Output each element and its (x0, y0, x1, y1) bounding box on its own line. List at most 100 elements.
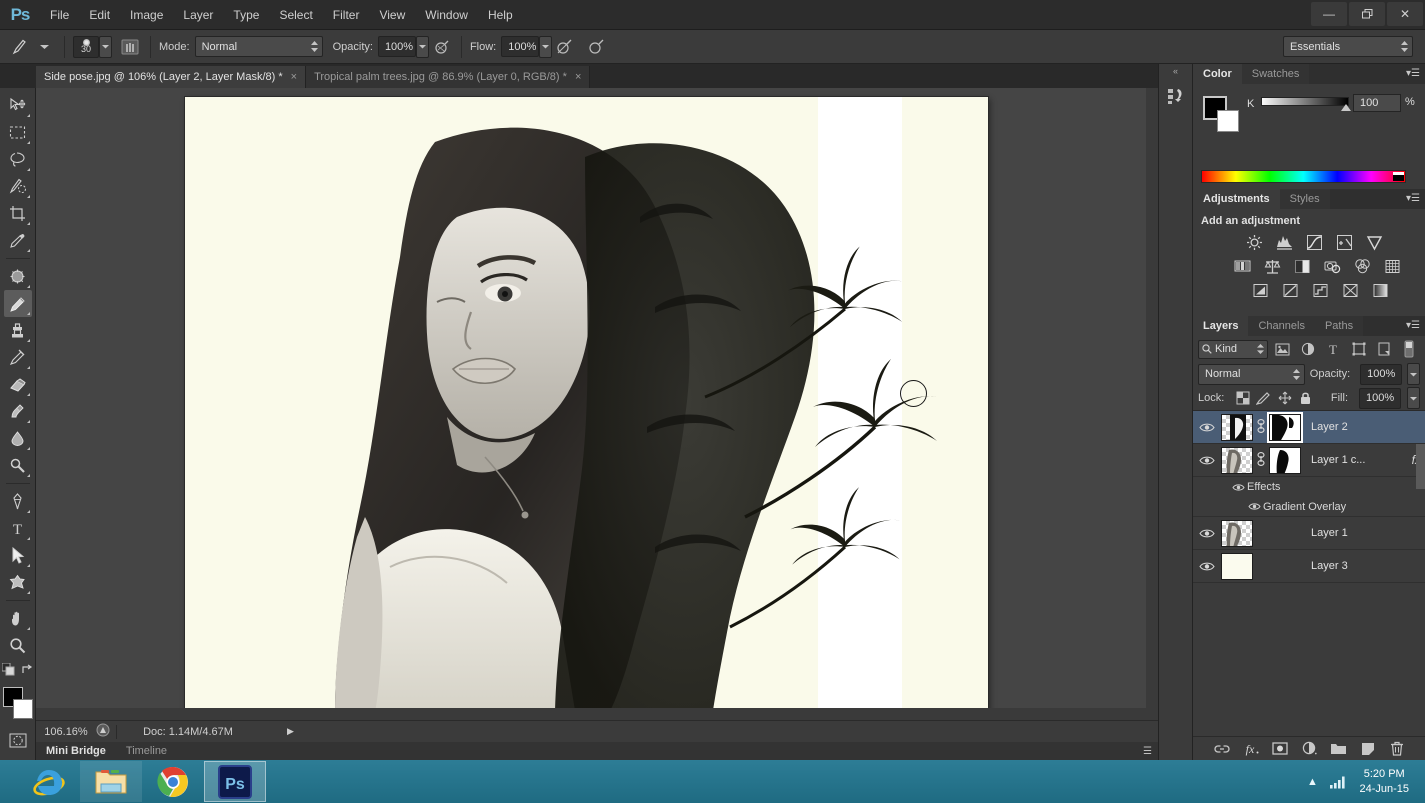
layer-mask-thumbnail[interactable] (1267, 411, 1303, 443)
flow-input[interactable]: 100% (501, 36, 540, 57)
menu-file[interactable]: File (40, 0, 79, 30)
layer-name[interactable]: Layer 1 (1311, 527, 1425, 539)
gradient-tool[interactable] (4, 398, 32, 425)
layer-visibility-toggle[interactable] (1193, 561, 1221, 572)
menu-filter[interactable]: Filter (323, 0, 370, 30)
workspace-select[interactable]: Essentials (1283, 36, 1413, 57)
filter-shape-icon[interactable] (1348, 339, 1369, 359)
lasso-tool[interactable] (4, 146, 32, 173)
selective-color-icon[interactable] (1339, 281, 1361, 300)
eyedropper-tool[interactable] (4, 227, 32, 254)
taskbar-file-explorer[interactable] (80, 761, 142, 802)
flow-dropdown[interactable] (539, 35, 553, 58)
panel-menu-icon[interactable]: ▾☰ (1406, 193, 1420, 204)
color-swatches[interactable] (2, 687, 34, 721)
canvas-vertical-scrollbar[interactable] (1146, 88, 1158, 720)
menu-help[interactable]: Help (478, 0, 523, 30)
layer-visibility-toggle[interactable] (1193, 455, 1221, 466)
effects-visibility-toggle[interactable] (1229, 483, 1247, 492)
menu-layer[interactable]: Layer (173, 0, 223, 30)
k-slider[interactable] (1261, 97, 1349, 106)
tab-layers[interactable]: Layers (1193, 316, 1249, 336)
panel-menu-icon[interactable]: ▾☰ (1406, 68, 1420, 79)
quick-mask-toggle[interactable] (4, 727, 32, 754)
menu-select[interactable]: Select (269, 0, 322, 30)
pressure-size-icon[interactable] (584, 35, 608, 59)
canvas-horizontal-scrollbar[interactable] (36, 708, 1158, 720)
exposure-icon[interactable] (1333, 233, 1355, 252)
tab-color[interactable]: Color (1193, 64, 1242, 84)
lock-image-pixels-icon[interactable] (1256, 391, 1271, 406)
document-canvas[interactable] (185, 97, 988, 711)
k-slider-thumb[interactable] (1341, 104, 1351, 111)
opacity-dropdown[interactable] (415, 35, 429, 58)
minimize-button[interactable]: — (1311, 2, 1347, 26)
curves-icon[interactable] (1303, 233, 1325, 252)
brush-tool[interactable] (3, 290, 32, 317)
layer-name[interactable]: Layer 2 (1311, 421, 1425, 433)
layer-thumbnail[interactable] (1221, 552, 1253, 580)
taskbar-clock[interactable]: 5:20 PM 24-Jun-15 (1351, 767, 1417, 797)
layer-fill-dropdown[interactable] (1407, 387, 1420, 409)
opacity-input[interactable]: 100% (377, 36, 416, 57)
tool-preset-dropdown[interactable] (32, 35, 56, 59)
vibrance-icon[interactable] (1363, 233, 1385, 252)
taskbar-google-chrome[interactable] (142, 761, 204, 802)
layer-fill-input[interactable]: 100% (1359, 387, 1401, 409)
k-value-input[interactable]: 100 (1353, 94, 1401, 112)
color-swatch-pair[interactable] (1203, 96, 1239, 132)
hand-tool[interactable] (4, 605, 32, 632)
clone-stamp-tool[interactable] (4, 317, 32, 344)
layer-row-layer-1-copy[interactable]: Layer 1 c... fx (1193, 444, 1425, 477)
zoom-tool[interactable] (4, 632, 32, 659)
swap-colors-icon[interactable] (21, 663, 33, 681)
panel-menu-icon[interactable]: ▾☰ (1406, 320, 1420, 331)
blur-tool[interactable] (4, 425, 32, 452)
layer-thumbnail[interactable] (1221, 413, 1253, 441)
photo-filter-icon[interactable] (1321, 257, 1343, 276)
background-color-swatch[interactable] (12, 699, 33, 719)
layer-row-layer-2[interactable]: Layer 2 (1193, 411, 1425, 444)
layer-blend-mode-select[interactable]: Normal (1198, 363, 1305, 385)
channel-mixer-icon[interactable] (1351, 257, 1373, 276)
filter-adjustment-icon[interactable] (1297, 339, 1318, 359)
layer-thumbnail[interactable] (1221, 519, 1253, 547)
default-colors-icon[interactable] (1, 662, 15, 681)
quick-selection-tool[interactable] (4, 173, 32, 200)
black-swatch[interactable] (1393, 175, 1404, 181)
close-icon[interactable]: × (575, 71, 581, 83)
eraser-tool[interactable] (4, 371, 32, 398)
color-lookup-icon[interactable] (1381, 257, 1403, 276)
new-group-icon[interactable] (1329, 739, 1349, 759)
filter-type-icon[interactable]: T (1323, 339, 1344, 359)
tab-mini-bridge[interactable]: Mini Bridge (36, 742, 116, 760)
brush-picker-dropdown[interactable] (99, 35, 112, 58)
filter-pixel-icon[interactable] (1272, 339, 1293, 359)
layer-opacity-dropdown[interactable] (1407, 363, 1420, 385)
layer-effect-gradient-overlay[interactable]: Gradient Overlay (1193, 497, 1425, 517)
layer-visibility-toggle[interactable] (1193, 528, 1221, 539)
layer-name[interactable]: Layer 1 c... (1311, 454, 1412, 466)
document-tab-side-pose[interactable]: Side pose.jpg @ 106% (Layer 2, Layer Mas… (36, 66, 307, 88)
layers-list[interactable]: Layer 2 Layer 1 c... Effects Gradient Ov… (1193, 410, 1425, 704)
link-layers-icon[interactable] (1212, 739, 1232, 759)
brightness-contrast-icon[interactable] (1243, 233, 1265, 252)
close-button[interactable]: ✕ (1387, 2, 1423, 26)
blend-mode-select[interactable]: Normal (194, 36, 323, 57)
lock-position-icon[interactable] (1277, 391, 1292, 406)
layer-opacity-input[interactable]: 100% (1360, 363, 1403, 385)
delete-layer-icon[interactable] (1387, 739, 1407, 759)
brush-panel-toggle-icon[interactable] (118, 35, 142, 59)
dodge-tool[interactable] (4, 452, 32, 479)
canvas-area[interactable] (36, 88, 1158, 720)
zoom-level[interactable]: 106.16% (36, 726, 96, 738)
tab-timeline[interactable]: Timeline (116, 742, 177, 760)
tab-channels[interactable]: Channels (1248, 316, 1315, 336)
color-balance-icon[interactable] (1261, 257, 1283, 276)
menu-type[interactable]: Type (223, 0, 269, 30)
black-white-icon[interactable] (1291, 257, 1313, 276)
pressure-opacity-icon[interactable] (429, 35, 453, 59)
layer-row-layer-1[interactable]: Layer 1 (1193, 517, 1425, 550)
new-adjustment-layer-icon[interactable] (1299, 739, 1319, 759)
effect-visibility-toggle[interactable] (1245, 502, 1263, 511)
